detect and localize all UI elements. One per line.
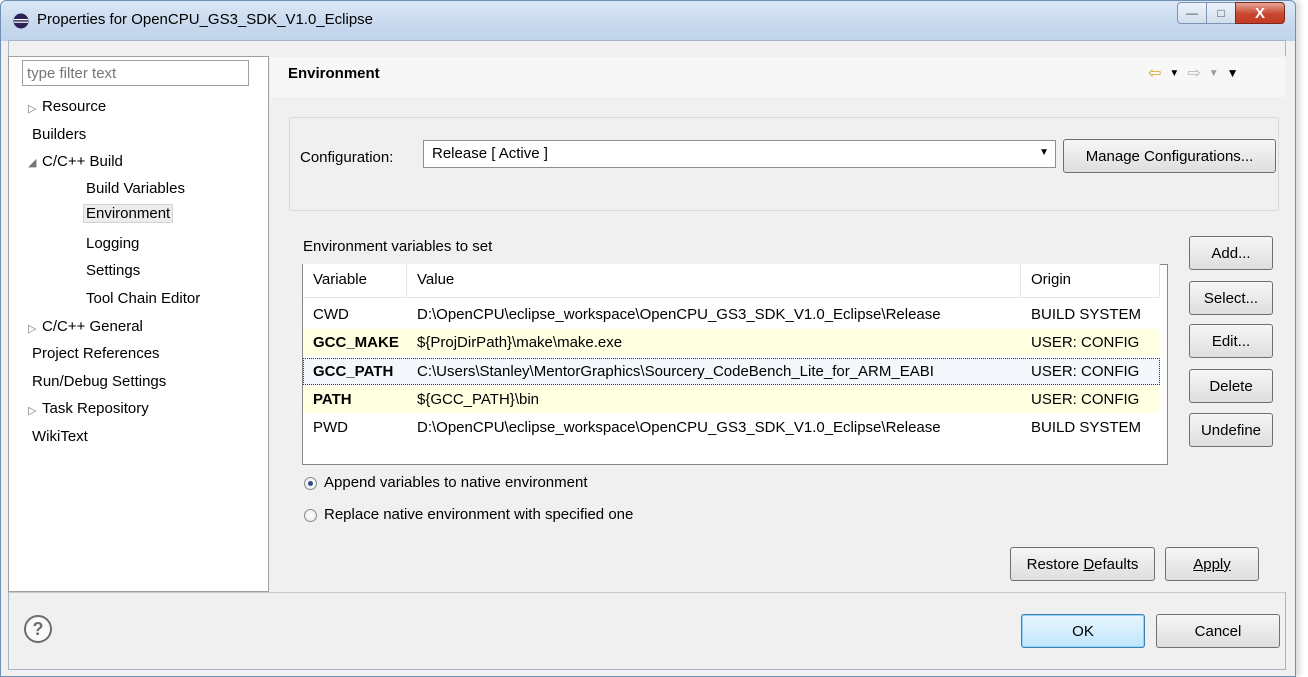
configuration-value: Release [ Active ] [432,145,548,162]
value-cell: D:\OpenCPU\eclipse_workspace\OpenCPU_GS3… [417,419,941,436]
tree-item-builders[interactable]: Builders [32,126,86,143]
maximize-icon: □ [1217,6,1225,20]
table-row[interactable]: PWD D:\OpenCPU\eclipse_workspace\OpenCPU… [303,414,1160,441]
tree-item-task-repository[interactable]: Task Repository [42,400,149,417]
maximize-button[interactable]: □ [1206,2,1236,24]
tree-item-cpp-general[interactable]: C/C++ General [42,318,143,335]
undefine-label: Undefine [1200,421,1262,439]
replace-radio[interactable] [304,509,317,522]
restore-defaults-button[interactable]: Restore Defaults [1010,547,1155,581]
tree-item-environment[interactable]: Environment [83,204,174,223]
variable-cell: PATH [313,391,352,408]
back-arrow-icon[interactable]: ⇦ [1148,63,1161,83]
apply-button[interactable]: Apply [1165,547,1259,581]
origin-cell: USER: CONFIG [1031,334,1140,351]
minimize-button[interactable]: — [1177,2,1207,24]
window-title: Properties for OpenCPU_GS3_SDK_V1.0_Ecli… [37,11,374,28]
value-cell: C:\Users\Stanley\MentorGraphics\Sourcery… [417,363,934,380]
table-row[interactable]: PATH ${GCC_PATH}\bin USER: CONFIG [303,386,1160,413]
view-menu-icon[interactable]: ▼ [1227,66,1239,80]
table-row[interactable]: GCC_MAKE ${ProjDirPath}\make\make.exe US… [303,329,1160,356]
manage-configurations-label: Manage Configurations... [1085,147,1254,165]
origin-cell: BUILD SYSTEM [1031,419,1142,436]
back-dropdown-icon[interactable]: ▼ [1169,68,1179,79]
undefine-button[interactable]: Undefine [1189,413,1273,447]
page-navigation: ⇦ ▼ ⇨ ▼ ▼ [1148,63,1247,83]
close-button[interactable]: X [1235,2,1285,24]
eclipse-icon [13,13,29,29]
filter-input[interactable] [22,60,249,86]
forward-arrow-icon[interactable]: ⇨ [1187,63,1200,83]
delete-button[interactable]: Delete [1189,369,1273,403]
tree-item-logging[interactable]: Logging [86,235,139,252]
configuration-label: Configuration: [300,149,394,166]
variable-cell: GCC_MAKE [313,334,399,351]
page-header [270,57,1285,97]
origin-cell: BUILD SYSTEM [1031,306,1142,323]
title-bar[interactable]: Properties for OpenCPU_GS3_SDK_V1.0_Ecli… [1,1,1295,41]
expand-icon[interactable]: ▷ [28,322,36,335]
variable-cell: CWD [313,306,349,323]
column-header-variable[interactable]: Variable [303,264,407,298]
cancel-label: Cancel [1194,622,1242,640]
edit-label: Edit... [1211,332,1251,350]
apply-label: Apply [1193,555,1231,573]
origin-cell: USER: CONFIG [1031,363,1140,380]
tree-item-resource[interactable]: Resource [42,98,106,115]
expand-icon[interactable]: ▷ [28,102,36,115]
tree-item-project-references[interactable]: Project References [32,345,160,362]
replace-radio-label[interactable]: Replace native environment with specifie… [324,506,633,523]
append-radio[interactable] [304,477,317,490]
divider [9,592,1285,593]
tree-item-build-variables[interactable]: Build Variables [86,180,185,197]
page-title: Environment [288,65,380,82]
add-button[interactable]: Add... [1189,236,1273,270]
variable-cell: GCC_PATH [313,363,394,380]
tree-item-wikitext[interactable]: WikiText [32,428,88,445]
expand-icon[interactable]: ▷ [28,404,36,417]
tree-item-settings[interactable]: Settings [86,262,140,279]
help-icon[interactable]: ? [24,615,52,643]
edit-button[interactable]: Edit... [1189,324,1273,358]
select-label: Select... [1203,289,1259,307]
cancel-button[interactable]: Cancel [1156,614,1280,648]
manage-configurations-button[interactable]: Manage Configurations... [1063,139,1276,173]
forward-dropdown-icon[interactable]: ▼ [1209,68,1219,79]
ok-label: OK [1072,622,1094,640]
collapse-icon[interactable]: ◢ [28,156,36,169]
add-label: Add... [1211,244,1251,262]
tree-item-cpp-build[interactable]: C/C++ Build [42,153,123,170]
column-header-origin[interactable]: Origin [1021,264,1160,298]
value-cell: ${GCC_PATH}\bin [417,391,539,408]
origin-cell: USER: CONFIG [1031,391,1140,408]
variable-cell: PWD [313,419,348,436]
close-icon: X [1254,4,1265,22]
restore-defaults-label: Restore Defaults [1026,555,1139,573]
table-row[interactable]: GCC_PATH C:\Users\Stanley\MentorGraphics… [303,358,1160,385]
configuration-select[interactable]: Release [ Active ] ▼ [423,140,1056,168]
column-header-value[interactable]: Value [407,264,1021,298]
delete-label: Delete [1209,377,1253,395]
ok-button[interactable]: OK [1021,614,1145,648]
select-button[interactable]: Select... [1189,281,1273,315]
minimize-icon: — [1186,6,1198,20]
env-variables-label: Environment variables to set [303,238,493,255]
chevron-down-icon: ▼ [1039,147,1049,158]
table-row[interactable]: CWD D:\OpenCPU\eclipse_workspace\OpenCPU… [303,301,1160,328]
value-cell: ${ProjDirPath}\make\make.exe [417,334,623,351]
value-cell: D:\OpenCPU\eclipse_workspace\OpenCPU_GS3… [417,306,941,323]
append-radio-label[interactable]: Append variables to native environment [324,474,588,491]
tree-item-run-debug-settings[interactable]: Run/Debug Settings [32,373,166,390]
tree-item-tool-chain-editor[interactable]: Tool Chain Editor [86,290,200,307]
